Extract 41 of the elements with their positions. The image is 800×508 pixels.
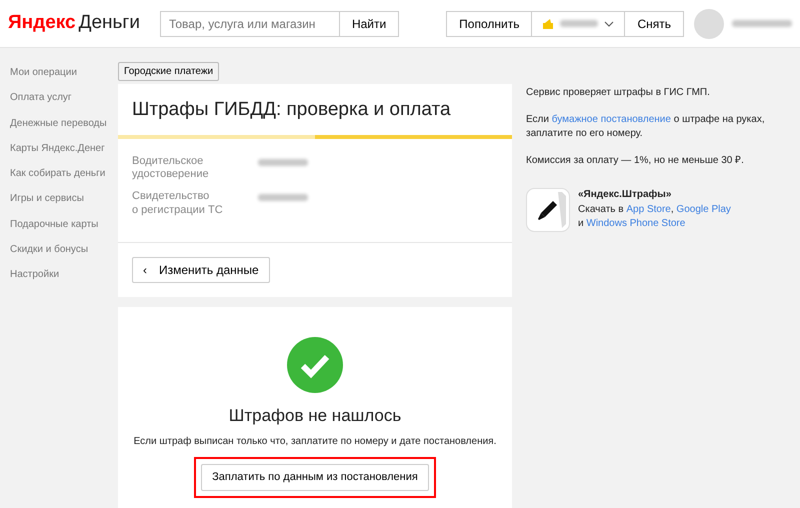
redacted-value — [258, 194, 308, 201]
link[interactable]: Windows Phone Store — [586, 218, 686, 229]
search-field[interactable]: Товар, услуга или магазин — [160, 10, 340, 36]
info-text: Комиссия за оплату — 1%, но не меньше 30 ₽. — [526, 154, 745, 168]
app-icon — [526, 188, 570, 232]
redacted-value — [258, 158, 308, 166]
avatar[interactable] — [694, 8, 724, 38]
action-button[interactable]: Снять — [624, 10, 684, 36]
edit-data-button[interactable]: ‹ Изменить данные — [132, 256, 270, 282]
sidebar-item[interactable]: Игры и сервисы — [10, 191, 110, 217]
link[interactable]: App Store — [626, 204, 671, 214]
check-icon — [287, 336, 343, 392]
sidebar-item[interactable]: Настройки — [10, 267, 110, 293]
info-text: Если бумажное постановление о штрафе на руках, заплатите по его номеру. — [526, 112, 766, 141]
redacted-username — [732, 20, 792, 27]
breadcrumb-link[interactable]: Городские платежи — [118, 62, 220, 81]
logo[interactable]: ЯндексДеньги — [8, 9, 140, 38]
sidebar-item[interactable]: Карты Яндекс.Денег — [10, 140, 110, 166]
sidebar-item[interactable]: Оплата услуг — [10, 90, 110, 116]
pay-by-ruling-button[interactable]: Заплатить по данным из постановления — [201, 464, 429, 490]
search-button[interactable]: Найти — [340, 10, 400, 36]
link[interactable]: Google Play — [676, 204, 731, 214]
wallet-dropdown[interactable] — [531, 10, 626, 36]
info-text: и Windows Phone Store — [578, 217, 686, 231]
sidebar-item[interactable]: Как собирать деньги — [10, 166, 110, 192]
sidebar-item[interactable]: Подарочные карты — [10, 216, 110, 242]
link[interactable]: бумажное постановление — [552, 114, 671, 124]
result-title: Штрафов не нашлось — [228, 404, 402, 426]
info-text: Сервис проверяет штрафы в ГИС ГМП. — [526, 86, 711, 100]
sidebar-item[interactable]: Скидки и бонусы — [10, 242, 110, 268]
field-label: Свидетельство о регистрации ТС — [132, 190, 224, 218]
sidebar-item[interactable]: Мои операции — [10, 65, 110, 90]
sidebar-item[interactable]: Денежные переводы — [10, 116, 110, 141]
info-text: Скачать в App Store, Google Play — [578, 202, 731, 216]
wallet-icon — [542, 18, 554, 30]
page-title: Штрафы ГИБДД: проверка и оплата — [131, 98, 452, 122]
action-button[interactable]: Пополнить — [446, 10, 532, 36]
field-label: Водительское удостоверение — [132, 154, 210, 182]
app-name: «Яндекс.Штрафы» — [578, 188, 672, 202]
caret-icon — [604, 20, 614, 26]
result-text: Если штраф выписан только что, заплатите по номеру и дате постановления. — [132, 435, 498, 449]
